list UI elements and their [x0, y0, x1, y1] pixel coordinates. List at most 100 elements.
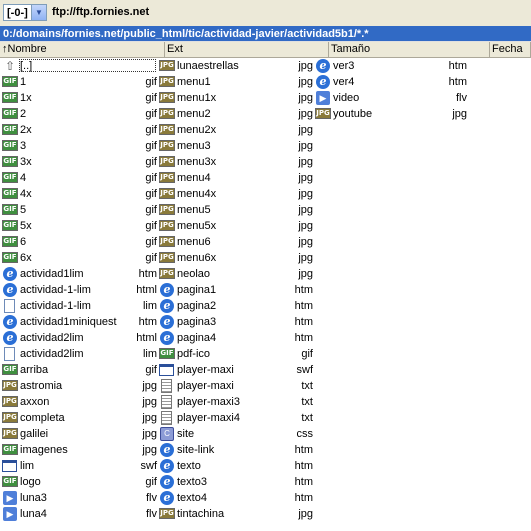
file-item[interactable]: JPG astromia jpg [0, 378, 157, 394]
file-item[interactable]: JPG menu4x jpg [157, 186, 313, 202]
file-ext: jpg [142, 428, 157, 440]
file-item[interactable]: player-maxi txt [157, 378, 313, 394]
gif-file-icon: GIF [2, 364, 18, 375]
file-name: 2 [20, 108, 27, 120]
file-name: logo [20, 476, 41, 488]
header-size[interactable]: Tamaño [329, 42, 490, 57]
header-date[interactable]: Fecha [490, 42, 531, 57]
file-item[interactable]: e actividad1lim htm [0, 266, 157, 282]
file-item[interactable]: GIF 3 gif [0, 138, 157, 154]
file-item[interactable]: GIF 2 gif [0, 106, 157, 122]
file-name: 2x [20, 124, 32, 136]
file-item[interactable]: JPG menu3 jpg [157, 138, 313, 154]
file-ext: jpg [298, 156, 313, 168]
jpg-file-icon: JPG [159, 76, 175, 87]
file-item[interactable]: player-maxi4 txt [157, 410, 313, 426]
file-name: texto3 [177, 476, 207, 488]
file-name: 5 [20, 204, 27, 216]
file-item[interactable]: GIF 4x gif [0, 186, 157, 202]
file-item[interactable]: e site-link htm [157, 442, 313, 458]
file-item[interactable]: JPG menu1x jpg [157, 90, 313, 106]
file-name: tintachina [177, 508, 225, 520]
file-item[interactable]: lim swf [0, 458, 157, 474]
file-ext: gif [145, 140, 157, 152]
txt-file-icon [161, 379, 172, 393]
file-item[interactable]: GIF logo gif [0, 474, 157, 490]
drive-select[interactable]: [-0-] ▼ [3, 4, 47, 21]
jpg-file-icon: JPG [2, 428, 18, 439]
header-ext[interactable]: Ext [165, 42, 329, 57]
file-ext: gif [145, 236, 157, 248]
file-name: completa [20, 412, 65, 424]
file-item[interactable]: player-maxi3 txt [157, 394, 313, 410]
file-ext: gif [145, 220, 157, 232]
file-item[interactable]: JPG menu3x jpg [157, 154, 313, 170]
file-item[interactable]: JPG completa jpg [0, 410, 157, 426]
file-item[interactable]: ▶ luna4 flv [0, 506, 157, 522]
file-item[interactable]: GIF imagenes jpg [0, 442, 157, 458]
htm-file-icon: e [3, 283, 17, 297]
jpg-file-icon: JPG [159, 156, 175, 167]
file-item[interactable]: GIF 3x gif [0, 154, 157, 170]
file-item[interactable]: GIF pdf-ico gif [157, 346, 313, 362]
file-item[interactable]: player-maxi swf [157, 362, 313, 378]
file-item[interactable]: actividad2lim lim [0, 346, 157, 362]
file-item[interactable]: JPG menu6x jpg [157, 250, 313, 266]
file-item[interactable]: e texto3 htm [157, 474, 313, 490]
file-item[interactable]: e texto4 htm [157, 490, 313, 506]
file-item[interactable]: JPG tintachina jpg [157, 506, 313, 522]
file-item[interactable]: e actividad2lim html [0, 330, 157, 346]
file-item[interactable]: e pagina4 htm [157, 330, 313, 346]
file-item[interactable]: GIF 4 gif [0, 170, 157, 186]
file-name: actividad2lim [20, 348, 84, 360]
file-item[interactable]: JPG menu6 jpg [157, 234, 313, 250]
current-path[interactable]: 0:/domains/fornies.net/public_html/tic/a… [0, 26, 531, 42]
parent-directory-item[interactable]: ⇧ [..] [0, 58, 157, 74]
file-item[interactable]: JPG lunaestrellas jpg [157, 58, 313, 74]
file-item[interactable]: GIF 6 gif [0, 234, 157, 250]
file-item[interactable]: JPG menu5x jpg [157, 218, 313, 234]
htm-file-icon: e [160, 475, 174, 489]
file-item[interactable]: JPG menu5 jpg [157, 202, 313, 218]
jpg-file-icon: JPG [2, 380, 18, 391]
file-item[interactable]: ▶ video flv [313, 90, 467, 106]
file-name: 3 [20, 140, 27, 152]
file-item[interactable]: e pagina3 htm [157, 314, 313, 330]
file-item[interactable]: JPG menu2 jpg [157, 106, 313, 122]
file-item[interactable]: GIF arriba gif [0, 362, 157, 378]
chevron-down-icon[interactable]: ▼ [31, 5, 46, 20]
file-item[interactable]: e pagina1 htm [157, 282, 313, 298]
file-item[interactable]: e ver4 htm [313, 74, 467, 90]
file-item[interactable]: GIF 2x gif [0, 122, 157, 138]
file-item[interactable]: e ver3 htm [313, 58, 467, 74]
gif-file-icon: GIF [2, 444, 18, 455]
file-item[interactable]: JPG axxon jpg [0, 394, 157, 410]
file-item[interactable]: GIF 5 gif [0, 202, 157, 218]
file-item[interactable]: JPG galilei jpg [0, 426, 157, 442]
file-item[interactable]: JPG menu1 jpg [157, 74, 313, 90]
file-item[interactable]: GIF 5x gif [0, 218, 157, 234]
file-item[interactable]: JPG menu2x jpg [157, 122, 313, 138]
file-ext: htm [138, 316, 157, 328]
file-item[interactable]: actividad-1-lim lim [0, 298, 157, 314]
file-item[interactable]: JPG youtube jpg [313, 106, 467, 122]
file-item[interactable]: e actividad-1-lim html [0, 282, 157, 298]
file-item[interactable]: GIF 6x gif [0, 250, 157, 266]
header-name[interactable]: ↑Nombre [0, 42, 165, 57]
file-ext: gif [145, 124, 157, 136]
file-item[interactable]: e texto htm [157, 458, 313, 474]
file-item[interactable]: JPG neolao jpg [157, 266, 313, 282]
file-ext: flv [146, 492, 157, 504]
file-item[interactable]: GIF 1 gif [0, 74, 157, 90]
file-name: player-maxi3 [177, 396, 240, 408]
file-list: ⇧ [..] GIF 1 gif GIF 1x gif GIF 2 gif GIF 2x gif GIF 3 g… [0, 58, 531, 531]
file-item[interactable]: JPG menu4 jpg [157, 170, 313, 186]
file-item[interactable]: e pagina2 htm [157, 298, 313, 314]
gif-file-icon: GIF [2, 172, 18, 183]
file-item[interactable]: ▶ luna3 flv [0, 490, 157, 506]
toolbar: [-0-] ▼ ftp://ftp.fornies.net [0, 0, 531, 26]
file-item[interactable]: e actividad1miniquest htm [0, 314, 157, 330]
file-item[interactable]: GIF 1x gif [0, 90, 157, 106]
file-item[interactable]: Csite css [157, 426, 313, 442]
file-name: actividad-1-lim [20, 300, 91, 312]
